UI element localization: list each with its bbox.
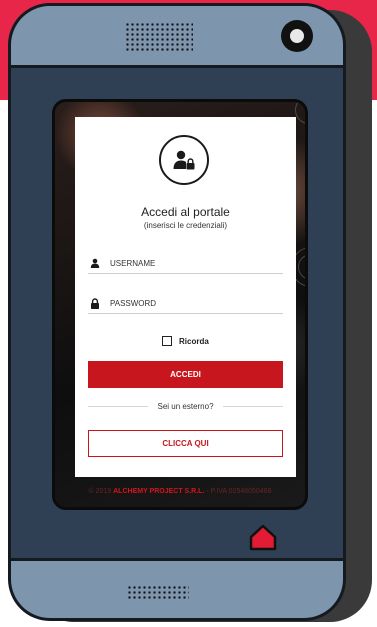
external-prompt: Sei un esterno? — [157, 401, 214, 411]
login-button[interactable]: ACCEDI — [88, 361, 283, 388]
external-divider: Sei un esterno? — [88, 400, 284, 412]
login-subtitle: (inserisci le credenziali) — [143, 221, 228, 230]
home-icon[interactable] — [248, 522, 278, 552]
username-field[interactable]: USERNAME — [88, 253, 283, 274]
remember-me: Ricorda — [162, 336, 209, 346]
footer-company: ALCHEMY PROJECT S.R.L. — [113, 488, 205, 495]
password-placeholder: PASSWORD — [110, 298, 157, 308]
phone-screen: Accedi al portale (inserisci le credenzi… — [52, 99, 308, 510]
phone-frame: Accedi al portale (inserisci le credenzi… — [8, 3, 346, 621]
phone-top-bezel — [11, 6, 343, 68]
camera-icon — [281, 20, 313, 52]
external-login-button[interactable]: CLICCA QUI — [88, 430, 283, 457]
divider-line — [88, 405, 149, 407]
lock-icon — [88, 297, 102, 309]
footer-year: © 2019 — [88, 488, 114, 495]
divider-line — [222, 405, 284, 407]
login-card: Accedi al portale (inserisci le credenzi… — [75, 117, 296, 477]
footer-vat: - P.IVA 02546050468 — [204, 488, 272, 495]
speaker-grille-top — [125, 22, 193, 52]
phone-bottom-bezel — [11, 558, 343, 618]
speaker-grille-bottom — [127, 585, 189, 601]
remember-label: Ricorda — [179, 336, 209, 346]
remember-checkbox[interactable] — [162, 336, 172, 346]
login-title: Accedi al portale — [141, 205, 230, 219]
footer: © 2019 ALCHEMY PROJECT S.R.L. - P.IVA 02… — [55, 488, 305, 495]
user-icon — [88, 258, 102, 268]
user-lock-icon — [159, 135, 209, 185]
username-placeholder: USERNAME — [110, 258, 156, 268]
password-field[interactable]: PASSWORD — [88, 293, 283, 314]
